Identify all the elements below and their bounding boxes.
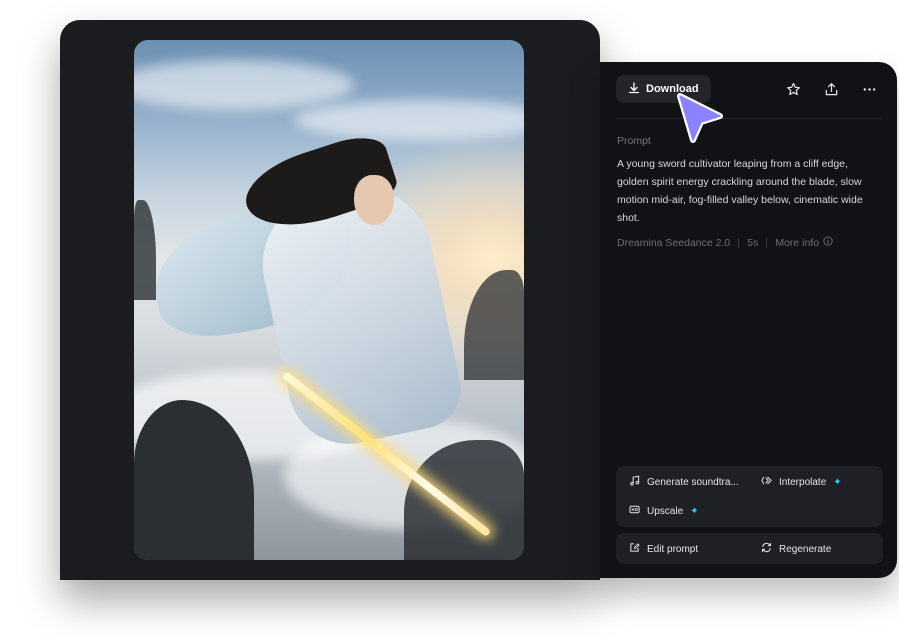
cursor-icon xyxy=(674,92,726,144)
generated-image[interactable] xyxy=(134,40,524,560)
generation-meta: Dreamina Seedance 2.0 5s More info xyxy=(617,236,833,249)
more-icon[interactable] xyxy=(859,79,879,99)
hd-icon xyxy=(629,504,640,518)
model-name: Dreamina Seedance 2.0 xyxy=(617,236,731,249)
interpolate-label: Interpolate xyxy=(779,476,827,488)
upscale-label: Upscale xyxy=(647,505,684,517)
figure-head xyxy=(354,175,394,225)
more-info-label: More info xyxy=(775,236,820,249)
upscale-button[interactable]: Upscale ✦ xyxy=(629,504,699,518)
regenerate-button[interactable]: Regenerate xyxy=(761,542,831,556)
edit-prompt-button[interactable]: Edit prompt xyxy=(629,542,698,556)
prompt-label: Prompt xyxy=(617,135,651,147)
cloud xyxy=(294,100,524,140)
meta-separator xyxy=(738,237,740,248)
star-icon[interactable] xyxy=(783,79,803,99)
duration: 5s xyxy=(747,236,759,249)
sparkle-icon: ✦ xyxy=(690,505,699,517)
preview-card xyxy=(60,20,600,580)
divider xyxy=(616,118,881,119)
share-icon[interactable] xyxy=(821,79,841,99)
edit-prompt-label: Edit prompt xyxy=(647,543,699,555)
cloud xyxy=(134,60,354,110)
info-icon xyxy=(823,236,833,249)
edit-actions: Edit prompt Regenerate xyxy=(616,533,883,564)
regenerate-icon xyxy=(761,542,772,556)
more-info-link[interactable]: More info xyxy=(775,236,833,249)
meta-separator xyxy=(766,237,768,248)
generate-soundtrack-label: Generate soundtra... xyxy=(647,476,739,488)
download-icon xyxy=(628,81,640,97)
interpolate-icon xyxy=(761,475,772,489)
mountain xyxy=(464,270,524,380)
details-panel: Download Prompt A young sword cultivator… xyxy=(600,62,897,578)
prompt-text: A young sword cultivator leaping from a … xyxy=(617,158,863,224)
music-icon xyxy=(629,475,640,489)
interpolate-button[interactable]: Interpolate ✦ xyxy=(761,475,842,489)
generate-soundtrack-button[interactable]: Generate soundtra... xyxy=(629,475,739,489)
sparkle-icon: ✦ xyxy=(833,476,842,488)
enhance-actions: Generate soundtra... Interpolate ✦ Upsca… xyxy=(616,466,883,527)
regenerate-label: Regenerate xyxy=(779,543,832,555)
edit-icon xyxy=(629,542,640,556)
mountain xyxy=(134,200,156,300)
